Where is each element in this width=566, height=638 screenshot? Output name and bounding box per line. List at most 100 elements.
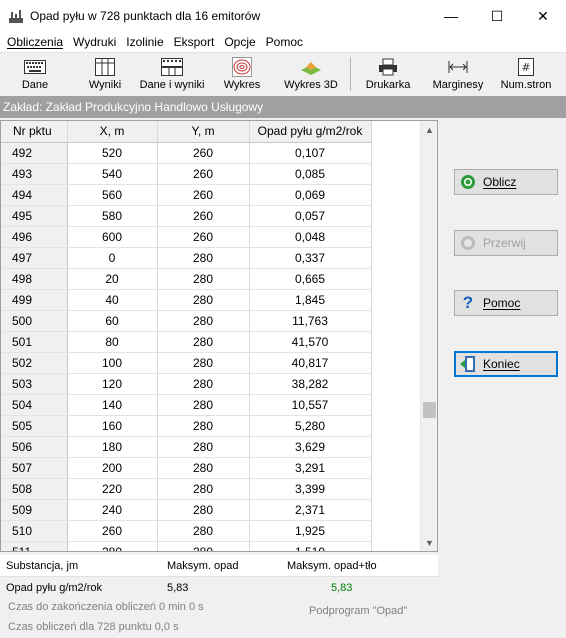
cell-y: 280 bbox=[157, 541, 250, 551]
cell-opad: 0,085 bbox=[249, 163, 372, 185]
scrollbar-thumb[interactable] bbox=[423, 402, 436, 418]
cell-opad: 11,763 bbox=[249, 310, 372, 332]
cell-x: 0 bbox=[67, 247, 158, 269]
vertical-scrollbar[interactable]: ▲ ▼ bbox=[420, 121, 437, 551]
toolbar-wykres-3d-button[interactable]: Wykres 3D bbox=[282, 55, 340, 93]
cell-nr-pktu: 506 bbox=[1, 436, 68, 458]
cell-opad: 1,845 bbox=[249, 289, 372, 311]
surface-3d-icon bbox=[301, 62, 321, 75]
cell-opad: 38,282 bbox=[249, 373, 372, 395]
toolbar-num-stron-button[interactable]: # Num.stron bbox=[498, 55, 554, 93]
table-row[interactable]: 506 180 280 3,629 bbox=[1, 436, 372, 458]
table-row[interactable]: 510 260 280 1,925 bbox=[1, 520, 372, 542]
oblicz-button[interactable]: Oblicz bbox=[454, 169, 558, 195]
table-row[interactable]: 511 280 280 1,510 bbox=[1, 541, 372, 551]
cell-y: 280 bbox=[157, 352, 250, 374]
menu-obliczenia[interactable]: Obliczenia bbox=[0, 35, 68, 49]
summary-max-bg-value: 5,83 bbox=[331, 582, 353, 594]
cell-nr-pktu: 499 bbox=[1, 289, 68, 311]
window-title: Opad pyłu w 728 punktach dla 16 emitorów bbox=[30, 9, 261, 23]
cell-x: 40 bbox=[67, 289, 158, 311]
table-row[interactable]: 505 160 280 5,280 bbox=[1, 415, 372, 437]
table-row[interactable]: 509 240 280 2,371 bbox=[1, 499, 372, 521]
close-button[interactable]: ✕ bbox=[520, 0, 566, 32]
table-row[interactable]: 494 560 260 0,069 bbox=[1, 184, 372, 206]
table-row[interactable]: 501 80 280 41,570 bbox=[1, 331, 372, 353]
pomoc-button[interactable]: ? Pomoc bbox=[454, 290, 558, 316]
toolbar-dane-button[interactable]: Dane bbox=[14, 55, 56, 93]
column-header-y[interactable]: Y, m bbox=[157, 121, 250, 143]
plant-banner: Zakład: Zakład Produkcyjno Handlowo Usłu… bbox=[0, 96, 566, 118]
table-row[interactable]: 508 220 280 3,399 bbox=[1, 478, 372, 500]
table-row[interactable]: 498 20 280 0,665 bbox=[1, 268, 372, 290]
app-window: Opad pyłu w 728 punktach dla 16 emitorów… bbox=[0, 0, 566, 638]
przerwij-button[interactable]: Przerwij bbox=[454, 230, 558, 256]
table-row[interactable]: 493 540 260 0,085 bbox=[1, 163, 372, 185]
table-row[interactable]: 507 200 280 3,291 bbox=[1, 457, 372, 479]
toolbar-drukarka-button[interactable]: Drukarka bbox=[364, 55, 412, 93]
results-grid[interactable]: Nr pktu X, m Y, m Opad pyłu g/m2/rok 492… bbox=[0, 120, 438, 552]
cell-opad: 0,107 bbox=[249, 142, 372, 164]
table-row[interactable]: 503 120 280 38,282 bbox=[1, 373, 372, 395]
toolbar-wyniki-button[interactable]: Wyniki bbox=[84, 55, 126, 93]
toolbar-marginesy-button[interactable]: Marginesy bbox=[430, 55, 486, 93]
menu-opcje[interactable]: Opcje bbox=[219, 35, 260, 49]
cell-nr-pktu: 501 bbox=[1, 331, 68, 353]
table-row[interactable]: 499 40 280 1,845 bbox=[1, 289, 372, 311]
cell-x: 520 bbox=[67, 142, 158, 164]
column-header-opad[interactable]: Opad pyłu g/m2/rok bbox=[249, 121, 372, 143]
summary-header-maks-opad-tlo: Maksym. opad+tło bbox=[287, 559, 377, 572]
cell-x: 580 bbox=[67, 205, 158, 227]
maximize-button[interactable]: ☐ bbox=[474, 0, 520, 32]
menu-wydruki[interactable]: Wydruki bbox=[68, 35, 121, 49]
scroll-down-icon[interactable]: ▼ bbox=[421, 534, 437, 551]
table-row[interactable]: 497 0 280 0,337 bbox=[1, 247, 372, 269]
scroll-up-icon[interactable]: ▲ bbox=[421, 121, 437, 138]
svg-text:#: # bbox=[521, 61, 530, 74]
menu-izolinie[interactable]: Izolinie bbox=[121, 35, 168, 49]
table-row[interactable]: 492 520 260 0,107 bbox=[1, 142, 372, 164]
table-row[interactable]: 500 60 280 11,763 bbox=[1, 310, 372, 332]
cell-nr-pktu: 503 bbox=[1, 373, 68, 395]
table-header-row: Nr pktu X, m Y, m Opad pyłu g/m2/rok bbox=[1, 121, 372, 143]
cell-x: 560 bbox=[67, 184, 158, 206]
cell-x: 180 bbox=[67, 436, 158, 458]
cell-opad: 0,048 bbox=[249, 226, 372, 248]
minimize-button[interactable]: — bbox=[428, 0, 474, 32]
cell-nr-pktu: 500 bbox=[1, 310, 68, 332]
cell-y: 280 bbox=[157, 331, 250, 353]
cell-x: 140 bbox=[67, 394, 158, 416]
menu-pomoc[interactable]: Pomoc bbox=[261, 35, 308, 49]
cell-x: 80 bbox=[67, 331, 158, 353]
summary-header-substancja: Substancja, jm bbox=[6, 559, 79, 572]
time-calc-label: Czas obliczeń dla 728 punktu 0,0 s bbox=[8, 621, 179, 633]
cell-x: 20 bbox=[67, 268, 158, 290]
cell-x: 280 bbox=[67, 541, 158, 551]
table-row[interactable]: 504 140 280 10,557 bbox=[1, 394, 372, 416]
cell-y: 260 bbox=[157, 142, 250, 164]
table-row[interactable]: 496 600 260 0,048 bbox=[1, 226, 372, 248]
summary-substance: Opad pyłu g/m2/rok bbox=[6, 582, 102, 594]
menu-eksport[interactable]: Eksport bbox=[169, 35, 220, 49]
subprogram-label: Podprogram "Opad" bbox=[309, 605, 408, 617]
table-row[interactable]: 495 580 260 0,057 bbox=[1, 205, 372, 227]
cell-nr-pktu: 504 bbox=[1, 394, 68, 416]
cell-y: 280 bbox=[157, 499, 250, 521]
cell-x: 60 bbox=[67, 310, 158, 332]
cell-opad: 10,557 bbox=[249, 394, 372, 416]
stop-icon bbox=[461, 236, 475, 250]
cell-nr-pktu: 509 bbox=[1, 499, 68, 521]
table-row[interactable]: 502 100 280 40,817 bbox=[1, 352, 372, 374]
cell-y: 280 bbox=[157, 436, 250, 458]
cell-opad: 0,069 bbox=[249, 184, 372, 206]
toolbar-dane-i-wyniki-button[interactable]: Dane i wyniki bbox=[138, 55, 206, 93]
cell-x: 540 bbox=[67, 163, 158, 185]
contour-chart-icon bbox=[232, 57, 252, 77]
toolbar-wykres-button[interactable]: Wykres bbox=[220, 55, 264, 93]
cell-y: 280 bbox=[157, 394, 250, 416]
koniec-button[interactable]: Koniec bbox=[454, 351, 558, 377]
results-table: Nr pktu X, m Y, m Opad pyłu g/m2/rok 492… bbox=[1, 121, 372, 551]
cell-nr-pktu: 502 bbox=[1, 352, 68, 374]
column-header-nr-pktu[interactable]: Nr pktu bbox=[1, 121, 68, 143]
column-header-x[interactable]: X, m bbox=[67, 121, 158, 143]
